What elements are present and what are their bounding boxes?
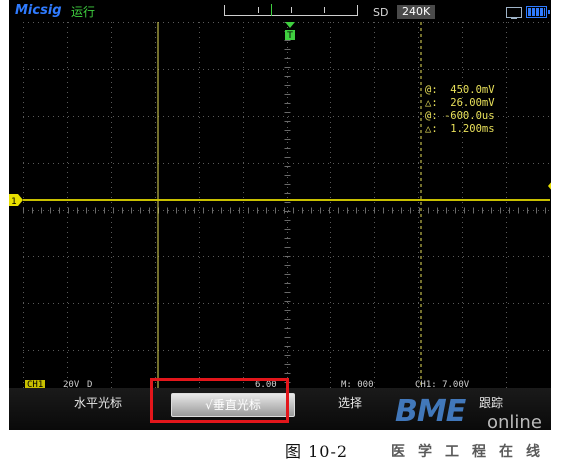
softkey-horizontal-cursor[interactable]: 水平光标 [48, 388, 148, 430]
brand-logo: Micsig [15, 3, 62, 18]
status-bar: Micsig 运行 SD 240K [9, 0, 551, 22]
waveform-grid[interactable] [23, 22, 550, 397]
battery-icon [526, 6, 550, 18]
trigger-position-icon[interactable]: T [285, 22, 295, 40]
oscilloscope-screen: Micsig 运行 SD 240K T 1 1 @: 450.0mV △: 26… [9, 0, 551, 430]
watermark-online: online [487, 412, 542, 433]
usb-icon [506, 7, 522, 19]
channel-1-marker-icon[interactable]: 1 [9, 194, 23, 206]
run-state[interactable]: 运行 [71, 3, 95, 20]
cursor-time-delta: △: 1.200ms [425, 123, 495, 135]
cursor-voltage-1: @: 450.0mV [425, 84, 495, 96]
softkey-select[interactable]: 选择 [300, 388, 400, 430]
watermark-text: 医学工程在线 [391, 444, 553, 460]
memory-position-bar[interactable] [224, 4, 358, 16]
svg-text:1: 1 [11, 197, 17, 206]
memory-depth: 240K [397, 5, 436, 19]
cursor-voltage-delta: △: 26.00mV [425, 97, 495, 109]
trigger-level-marker-icon[interactable]: 1 [548, 180, 551, 192]
highlight-box [150, 378, 289, 423]
watermark-logo: BME [395, 394, 466, 429]
svg-text:T: T [286, 31, 293, 40]
figure-caption: 图 10-2 [285, 442, 349, 461]
sample-mode: SD [373, 6, 389, 19]
cursor-readout: @: 450.0mV △: 26.00mV @: -600.0us △: 1.2… [425, 84, 495, 136]
cursor-time-1: @: -600.0us [425, 110, 495, 122]
memory-window-indicator [271, 4, 272, 16]
